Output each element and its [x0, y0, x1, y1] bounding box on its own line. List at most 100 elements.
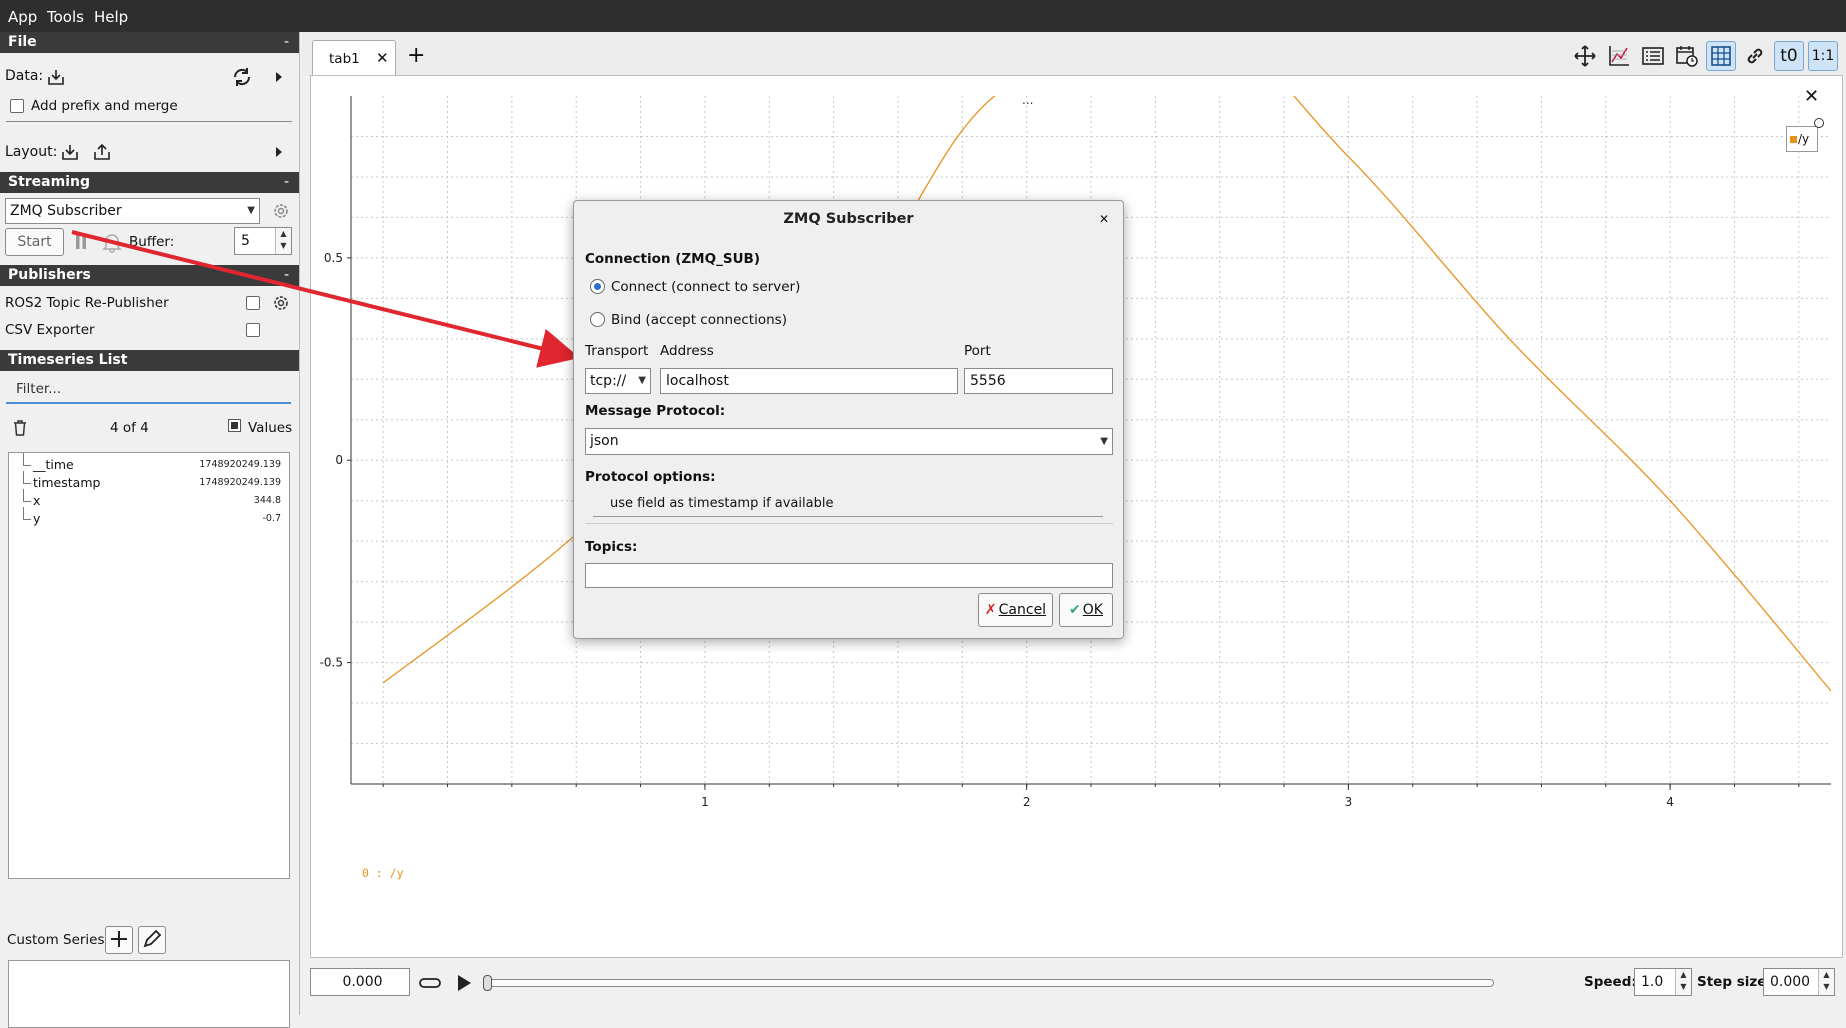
timeseries-tree[interactable]: __time 1748920249.139 timestamp 17489202… [8, 452, 290, 879]
tree-row-time[interactable]: __time 1748920249.139 [9, 453, 289, 475]
spin-arrows-icon[interactable]: ▲ ▼ [1675, 969, 1691, 995]
list-icon[interactable] [1638, 41, 1668, 71]
filter-placeholder: Filter... [16, 381, 62, 397]
buffer-spinbox[interactable]: 5 ▲ ▼ [234, 227, 292, 255]
chart-icon[interactable] [1604, 41, 1634, 71]
edit-custom-series-button[interactable] [138, 926, 166, 954]
file-section-header[interactable]: File - [0, 32, 299, 53]
menu-bar: App Tools Help [0, 0, 1846, 32]
load-data-icon[interactable] [44, 65, 68, 89]
y-tick-label: 0.5 [324, 251, 343, 265]
options-divider [593, 516, 1103, 517]
plot-legend[interactable]: /y [1786, 126, 1818, 152]
tree-row-y[interactable]: y -0.7 [9, 507, 289, 529]
add-custom-series-button[interactable] [105, 926, 133, 954]
close-plot-icon[interactable]: ✕ [1804, 86, 1819, 107]
legend-swatch [1790, 136, 1797, 143]
chevron-down-icon: ▼ [1100, 436, 1108, 447]
link-icon[interactable] [1740, 41, 1770, 71]
pause-icon[interactable] [72, 230, 90, 254]
load-layout-icon[interactable] [58, 140, 82, 164]
layout-expand-icon[interactable] [272, 142, 286, 162]
topics-field[interactable] [585, 563, 1113, 588]
tab-tab1[interactable]: tab1 ✕ [312, 40, 396, 78]
menu-help[interactable]: Help [94, 8, 128, 26]
speed-spinbox[interactable]: 1.0 ▲ ▼ [1634, 968, 1692, 996]
tree-branch-line [23, 507, 31, 520]
spin-arrows-icon[interactable]: ▲ ▼ [1818, 969, 1834, 995]
tree-branch-line [23, 453, 31, 466]
streaming-source-combo[interactable]: ZMQ Subscriber ▼ [5, 198, 260, 224]
address-label: Address [660, 343, 714, 359]
bind-radio[interactable] [590, 312, 605, 327]
step-size-spinbox[interactable]: 0.000 ▲ ▼ [1763, 968, 1835, 996]
timeline-slider-handle[interactable] [483, 975, 492, 991]
dialog-close-icon[interactable]: ✕ [1094, 209, 1114, 229]
publisher-csv-checkbox[interactable] [246, 323, 260, 337]
custom-series-list[interactable] [8, 960, 290, 1028]
streaming-section-title: Streaming [8, 174, 90, 190]
add-tab-icon[interactable]: + [407, 43, 425, 68]
timeline-slider[interactable] [483, 975, 1494, 991]
collapse-icon[interactable]: - [284, 172, 289, 193]
tree-row-value: 344.8 [253, 495, 281, 506]
publisher-ros2-checkbox[interactable] [246, 296, 260, 310]
calendar-icon[interactable] [1672, 41, 1702, 71]
timeseries-section-header[interactable]: Timeseries List [0, 350, 299, 371]
values-label: Values [248, 420, 293, 436]
play-icon[interactable] [452, 971, 476, 995]
collapse-icon[interactable]: - [284, 265, 289, 286]
protocol-value: json [590, 433, 619, 449]
streaming-settings-gear-icon[interactable] [270, 200, 292, 222]
add-prefix-label: Add prefix and merge [31, 98, 178, 114]
start-button[interactable]: Start [5, 228, 64, 256]
publishers-section-header[interactable]: Publishers - [0, 265, 299, 286]
port-field[interactable]: 5556 [964, 368, 1113, 394]
add-prefix-checkbox[interactable] [10, 99, 24, 113]
series-label: 0 : /y [362, 866, 404, 880]
move-icon[interactable] [1570, 41, 1600, 71]
data-expand-icon[interactable] [272, 67, 286, 87]
time-field[interactable]: 0.000 [310, 968, 410, 996]
legend-handle-icon[interactable] [1814, 118, 1824, 128]
publisher-ros2-label: ROS2 Topic Re-Publisher [5, 295, 169, 311]
filter-input[interactable]: Filter... [6, 375, 291, 404]
reload-icon[interactable] [228, 63, 256, 91]
save-layout-icon[interactable] [90, 140, 114, 164]
menu-app[interactable]: App [8, 8, 37, 26]
y-tick-label: 0 [335, 453, 343, 467]
values-checkbox[interactable] [228, 419, 241, 432]
plot-ellipsis: ... [1022, 93, 1034, 107]
close-tab-icon[interactable]: ✕ [376, 49, 389, 67]
spin-arrows-icon[interactable]: ▲ ▼ [275, 228, 291, 254]
timestamp-option-label[interactable]: use field as timestamp if available [610, 496, 833, 511]
address-field[interactable]: localhost [660, 368, 958, 394]
publisher-csv-label: CSV Exporter [5, 322, 95, 338]
tree-row-timestamp[interactable]: timestamp 1748920249.139 [9, 471, 289, 493]
connect-radio[interactable] [590, 279, 605, 294]
loop-icon[interactable] [417, 971, 443, 995]
one-to-one-icon[interactable]: 1:1 [1808, 41, 1838, 71]
tab-label: tab1 [329, 51, 360, 67]
tree-branch-line [23, 489, 31, 502]
publisher-ros2-gear-icon[interactable] [270, 292, 292, 314]
tree-row-value: 1748920249.139 [199, 459, 281, 470]
x-tick-label: 4 [1666, 795, 1674, 809]
ok-button[interactable]: ✔ OK [1059, 593, 1113, 627]
bell-icon[interactable] [100, 229, 124, 255]
grid-icon[interactable] [1706, 41, 1736, 71]
cancel-button[interactable]: ✗ Cancel [978, 593, 1053, 627]
transport-combo[interactable]: tcp:// ▼ [585, 368, 651, 394]
tree-row-value: 1748920249.139 [199, 477, 281, 488]
buffer-value: 5 [241, 233, 250, 249]
trash-icon[interactable] [10, 417, 30, 439]
tree-row-x[interactable]: x 344.8 [9, 489, 289, 511]
t0-icon[interactable]: t0 [1774, 41, 1804, 71]
chevron-down-icon: ▼ [247, 205, 255, 216]
protocol-combo[interactable]: json ▼ [585, 428, 1113, 455]
menu-tools[interactable]: Tools [47, 8, 84, 26]
streaming-section-header[interactable]: Streaming - [0, 172, 299, 193]
collapse-icon[interactable]: - [284, 32, 289, 53]
pencil-icon [143, 929, 162, 948]
left-panel: File - Data: Add prefix and merge Layout… [0, 32, 300, 1028]
